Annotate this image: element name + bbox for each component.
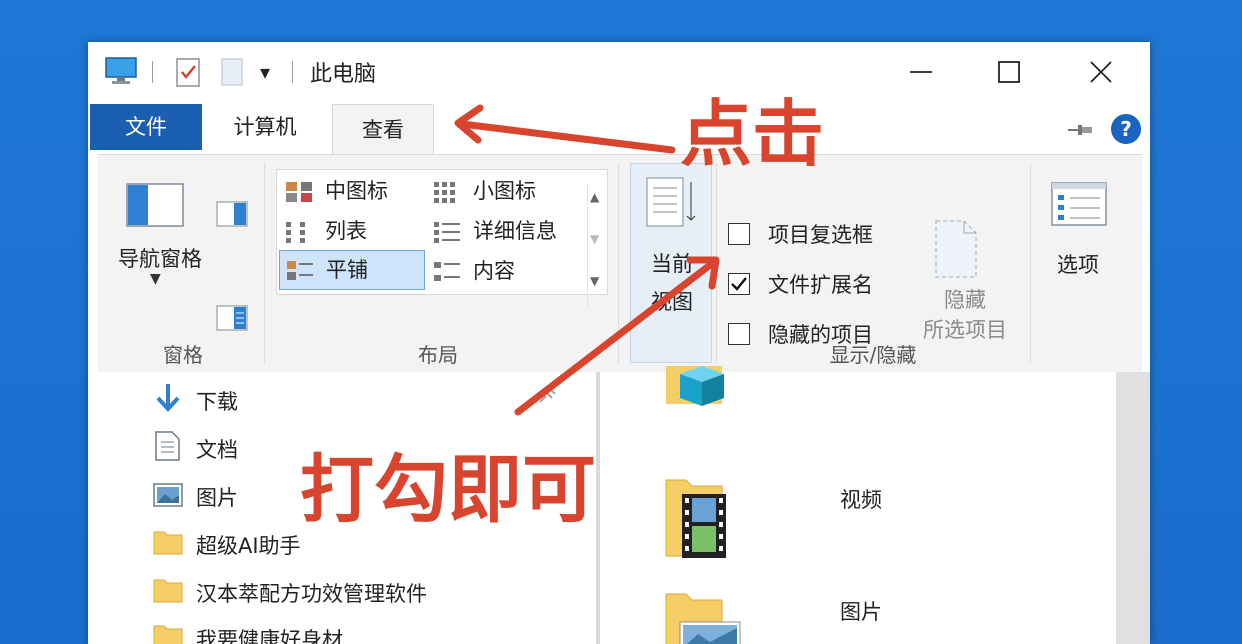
annotation-click: 点击 [680,92,825,176]
annotation-arrows [454,104,720,416]
click-arrow [458,120,676,154]
check-arrow [514,258,718,416]
annotation-check: 打勾即可 [300,447,596,533]
